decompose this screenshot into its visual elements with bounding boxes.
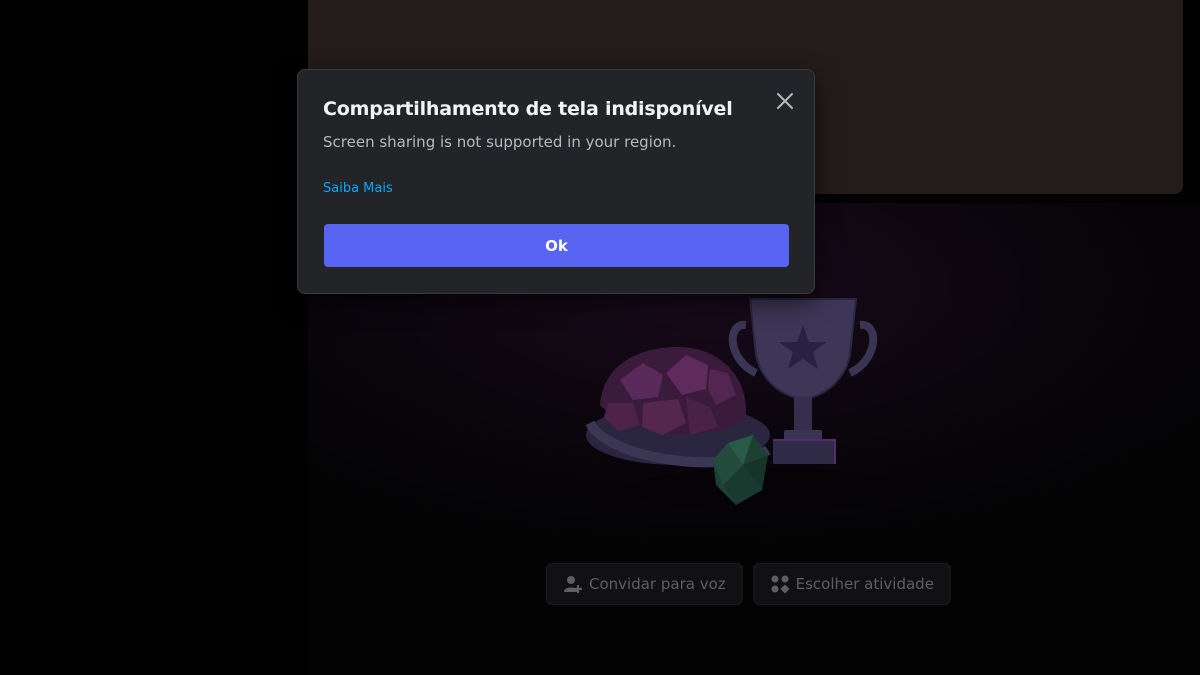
dialog-title: Compartilhamento de tela indisponível xyxy=(323,98,733,120)
invite-to-voice-label: Convidar para voz xyxy=(589,575,726,593)
activity-illustration xyxy=(585,298,888,512)
screen-share-unavailable-dialog: Compartilhamento de tela indisponível Sc… xyxy=(297,69,815,294)
invite-to-voice-button[interactable]: Convidar para voz xyxy=(546,563,743,605)
choose-activity-button[interactable]: Escolher atividade xyxy=(752,563,951,605)
activities-icon xyxy=(770,574,790,594)
left-panel xyxy=(0,0,308,675)
dialog-message: Screen sharing is not supported in your … xyxy=(323,133,677,151)
learn-more-link[interactable]: Saiba Mais xyxy=(323,181,393,196)
voice-actions: Convidar para voz Escolher atividade xyxy=(546,563,951,605)
add-user-icon xyxy=(563,574,583,594)
ok-button[interactable]: Ok xyxy=(324,224,789,267)
close-button[interactable] xyxy=(772,90,798,116)
close-icon xyxy=(775,91,795,115)
choose-activity-label: Escolher atividade xyxy=(795,575,934,593)
